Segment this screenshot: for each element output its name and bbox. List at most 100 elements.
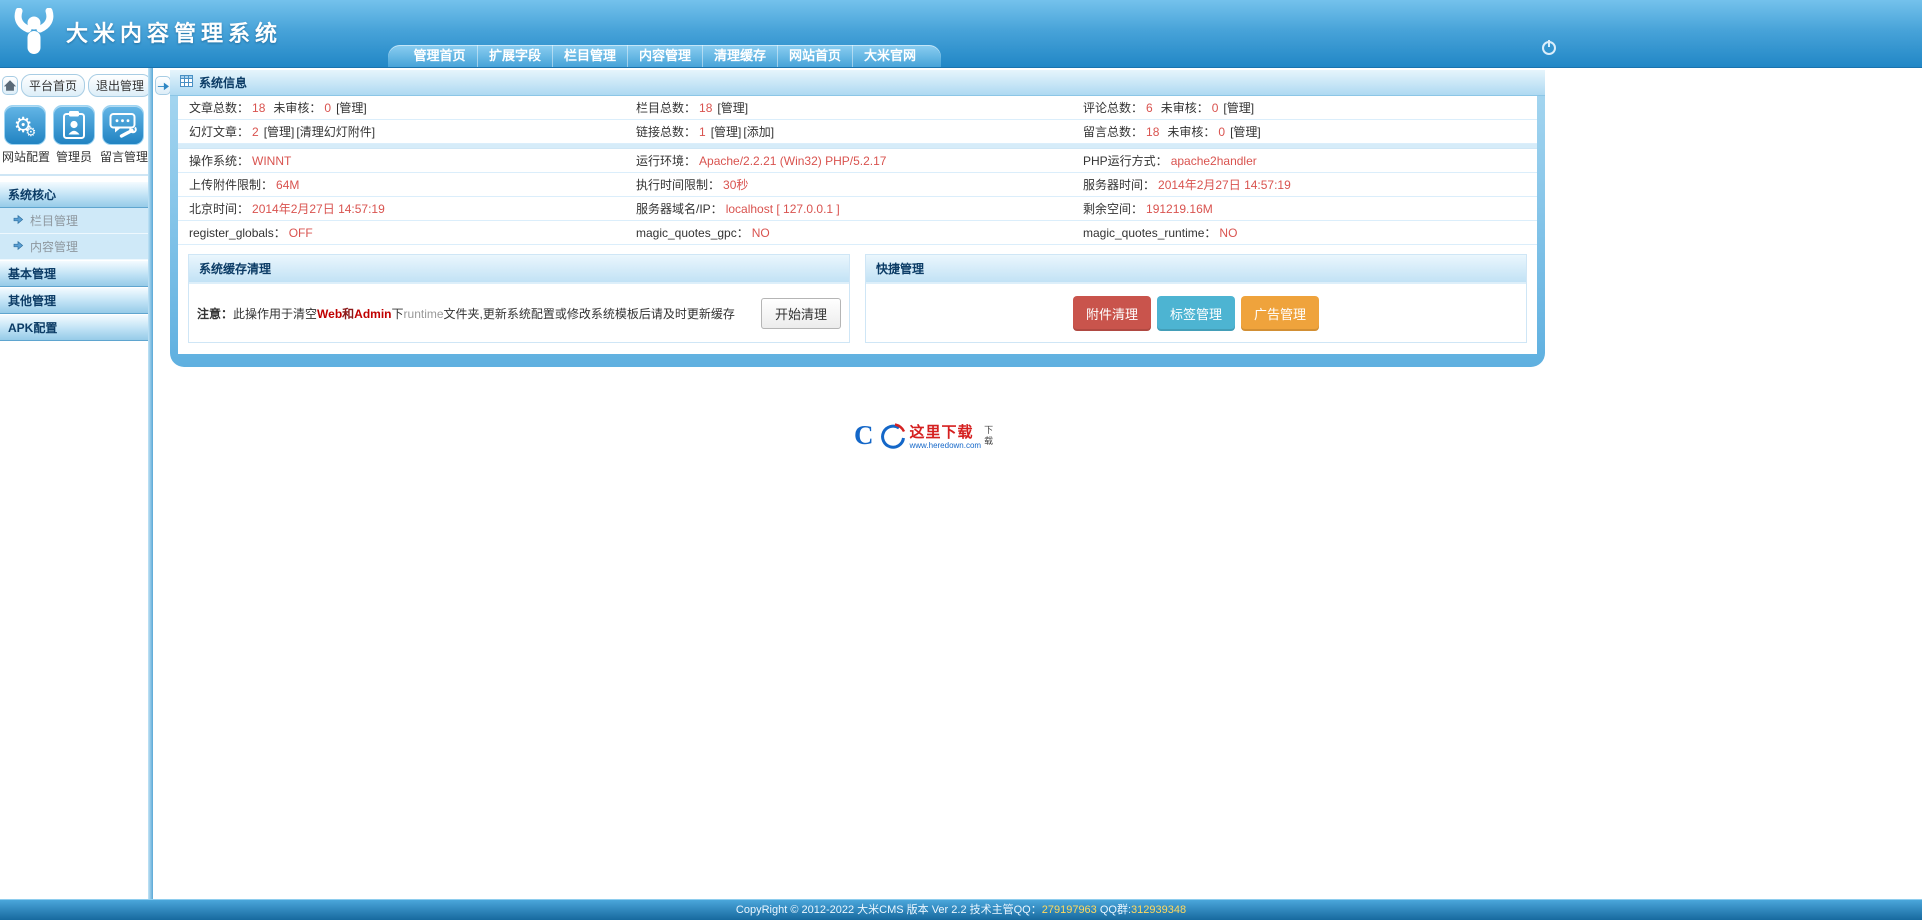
stat-comments: 评论总数：6未审核：0[管理] [1072, 96, 1519, 119]
menu-item-content-mgmt[interactable]: 内容管理 [0, 234, 148, 260]
tab-dami-official[interactable]: 大米官网 [852, 45, 927, 67]
stat-manage-link[interactable]: [管理] [717, 101, 748, 115]
stat-label: 留言总数： [1083, 125, 1143, 139]
menu-group-basic-mgmt[interactable]: 基本管理 [0, 260, 148, 287]
quick-button-2[interactable]: 广告管理 [1241, 296, 1319, 331]
stat-value: 1 [699, 125, 706, 139]
env-label: 服务器域名/IP： [636, 202, 723, 216]
stat-label: 幻灯文章： [189, 125, 249, 139]
stat-label: 未审核： [273, 101, 321, 115]
note-text: 此操作用于清空 [233, 307, 317, 321]
main-nav: 管理首页 扩展字段 栏目管理 内容管理 清理缓存 网站首页 大米官网 [388, 45, 941, 67]
sidebar-top-bar: 平台首页 退出管理 [0, 68, 148, 102]
page: 大米内容管理系统 管理首页 扩展字段 栏目管理 内容管理 清理缓存 网站首页 大… [0, 0, 1922, 920]
stat-value: 0 [324, 101, 331, 115]
qq-group-label: QQ群: [1097, 904, 1131, 916]
menu-item-column-mgmt[interactable]: 栏目管理 [0, 208, 148, 234]
cache-section-body: 注意：此操作用于清空Web和Admin下runtime文件夹,更新系统配置或修改… [189, 284, 849, 342]
stats-row: 文章总数：18未审核：0[管理] 栏目总数：18[管理] 评论总数：6未审核：0… [178, 96, 1537, 120]
menu-item-label: 栏目管理 [30, 212, 78, 229]
stat-label: 未审核： [1161, 101, 1209, 115]
menu-group-apk-config[interactable]: APK配置 [0, 314, 148, 341]
env-label: 上传附件限制： [189, 178, 273, 192]
subpanels: 系统缓存清理 注意：此操作用于清空Web和Admin下runtime文件夹,更新… [178, 245, 1537, 354]
stat-value: 18 [1146, 125, 1159, 139]
quick-section-body: 附件清理 标签管理 广告管理 [866, 284, 1526, 342]
stat-add-link[interactable]: [添加] [743, 125, 774, 139]
quick-button-0[interactable]: 附件清理 [1073, 296, 1151, 331]
menu-group-system-core[interactable]: 系统核心 [0, 181, 148, 208]
env-label: 服务器时间： [1083, 178, 1155, 192]
tab-extended-fields[interactable]: 扩展字段 [477, 45, 552, 67]
home-icon[interactable] [2, 76, 18, 95]
stat-value: 18 [699, 101, 712, 115]
panel-title-bar: 系统信息 [170, 70, 1545, 96]
env-label: 执行时间限制： [636, 178, 720, 192]
stat-value: 2 [252, 125, 259, 139]
env-runtime: 运行环境：Apache/2.2.21 (Win32) PHP/5.2.17 [625, 149, 1072, 172]
tab-content-mgmt[interactable]: 内容管理 [627, 45, 702, 67]
note-warn: 注意： [197, 307, 233, 321]
note-admin: Admin [354, 307, 391, 321]
stats-row: 幻灯文章：2[管理][清理幻灯附件] 链接总数：1[管理][添加] 留言总数：1… [178, 120, 1537, 144]
env-value: Apache/2.2.21 (Win32) PHP/5.2.17 [699, 154, 886, 168]
shortcut-administrator[interactable]: 管理员 [51, 105, 97, 165]
shortcut-site-config[interactable]: ⚙⚙ 网站配置 [2, 105, 48, 165]
qq-group-number: 312939348 [1131, 904, 1186, 916]
footer: CopyRight © 2012-2022 大米CMS 版本 Ver 2.2 技… [0, 899, 1922, 920]
quick-mgmt-section: 快捷管理 附件清理 标签管理 广告管理 [865, 254, 1527, 343]
watermark-brand: 这里下载 [910, 424, 982, 441]
clipboard-user-icon [53, 105, 95, 145]
env-beijing-time: 北京时间：2014年2月27日 14:57:19 [178, 197, 625, 220]
stat-articles: 文章总数：18未审核：0[管理] [178, 96, 625, 119]
sidebar: 平台首页 退出管理 ⚙⚙ 网站配置 [0, 68, 148, 920]
env-row: register_globals：OFF magic_quotes_gpc：NO… [178, 221, 1537, 245]
quick-button-1[interactable]: 标签管理 [1157, 296, 1235, 331]
stat-label: 文章总数： [189, 101, 249, 115]
stat-slides: 幻灯文章：2 [管理][清理幻灯附件] [178, 120, 625, 143]
qq-number: 279197963 [1042, 904, 1097, 916]
note-runtime: runtime [404, 307, 444, 321]
tab-column-mgmt[interactable]: 栏目管理 [552, 45, 627, 67]
platform-home-button[interactable]: 平台首页 [21, 74, 85, 97]
tab-site-home[interactable]: 网站首页 [777, 45, 852, 67]
env-value: 191219.16M [1146, 202, 1213, 216]
brand: 大米内容管理系统 [14, 8, 282, 56]
cache-note: 注意：此操作用于清空Web和Admin下runtime文件夹,更新系统配置或修改… [197, 305, 761, 322]
env-server-time: 服务器时间：2014年2月27日 14:57:19 [1072, 173, 1519, 196]
shortcut-label: 留言管理 [100, 148, 146, 165]
power-icon[interactable] [1541, 39, 1557, 55]
env-row: 上传附件限制：64M 执行时间限制：30秒 服务器时间：2014年2月27日 1… [178, 173, 1537, 197]
env-row: 北京时间：2014年2月27日 14:57:19 服务器域名/IP：localh… [178, 197, 1537, 221]
env-value: 2014年2月27日 14:57:19 [1158, 178, 1291, 192]
stat-clean-slide-link[interactable]: [清理幻灯附件] [296, 125, 375, 139]
shortcut-message-mgmt[interactable]: 留言管理 [100, 105, 146, 165]
tab-admin-home[interactable]: 管理首页 [402, 45, 477, 67]
watermark-fragment: 下载 [984, 425, 996, 447]
note-text: 下 [392, 307, 404, 321]
env-value: NO [752, 226, 770, 240]
env-register-globals: register_globals：OFF [178, 221, 625, 244]
app-title: 大米内容管理系统 [66, 16, 282, 48]
shortcut-label: 网站配置 [2, 148, 48, 165]
exit-admin-button[interactable]: 退出管理 [88, 74, 152, 97]
menu-group-other-mgmt[interactable]: 其他管理 [0, 287, 148, 314]
tab-clear-cache[interactable]: 清理缓存 [702, 45, 777, 67]
env-exec-limit: 执行时间限制：30秒 [625, 173, 1072, 196]
stat-manage-link[interactable]: [管理] [1230, 125, 1261, 139]
stat-manage-link[interactable]: [管理] [264, 125, 295, 139]
start-clean-button[interactable]: 开始清理 [761, 298, 841, 329]
env-value: 30秒 [723, 178, 748, 192]
env-value: 2014年2月27日 14:57:19 [252, 202, 385, 216]
stat-manage-link[interactable]: [管理] [336, 101, 367, 115]
shortcut-label: 管理员 [51, 148, 97, 165]
stat-manage-link[interactable]: [管理] [711, 125, 742, 139]
main-content: 系统信息 文章总数：18未审核：0[管理] 栏目总数：18[管理] 评论总数：6… [153, 68, 1922, 920]
cache-clean-section: 系统缓存清理 注意：此操作用于清空Web和Admin下runtime文件夹,更新… [188, 254, 850, 343]
stat-value: 0 [1212, 101, 1219, 115]
stat-manage-link[interactable]: [管理] [1223, 101, 1254, 115]
env-free-space: 剩余空间：191219.16M [1072, 197, 1519, 220]
env-php-mode: PHP运行方式：apache2handler [1072, 149, 1519, 172]
note-web: Web [317, 307, 342, 321]
note-text: 文件夹,更新系统配置或修改系统模板后请及时更新缓存 [444, 307, 735, 321]
